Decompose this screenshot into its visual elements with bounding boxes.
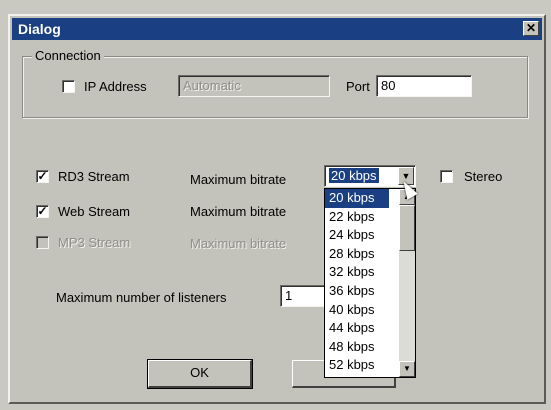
port-label: Port bbox=[346, 79, 370, 94]
bitrate-dropdown-list[interactable]: 20 kbps 22 kbps 24 kbps 28 kbps 32 kbps 36 kb… bbox=[324, 188, 416, 378]
rd3-stream-label: RD3 Stream bbox=[58, 169, 130, 184]
rd3-bitrate-label: Maximum bitrate bbox=[190, 172, 287, 187]
check-icon: ✓ bbox=[37, 169, 48, 183]
ip-address-checkbox[interactable] bbox=[62, 80, 75, 93]
mp3-stream-label: MP3 Stream bbox=[58, 235, 131, 250]
ok-button[interactable]: OK bbox=[147, 359, 253, 389]
scroll-down-icon: ▼ bbox=[403, 364, 411, 373]
connection-group-label: Connection bbox=[32, 48, 104, 63]
max-listeners-label: Maximum number of listeners bbox=[56, 290, 227, 305]
web-stream-label: Web Stream bbox=[58, 204, 131, 219]
bitrate-option[interactable]: 20 kbps bbox=[325, 189, 389, 208]
web-stream-checkbox[interactable]: ✓ bbox=[36, 205, 49, 218]
rd3-stream-checkbox[interactable]: ✓ bbox=[36, 170, 49, 183]
close-button[interactable]: ✕ bbox=[523, 21, 539, 36]
dropdown-scrollbar[interactable]: ▲ ▼ bbox=[399, 189, 415, 377]
check-icon: ✓ bbox=[37, 204, 48, 218]
stereo-checkbox[interactable] bbox=[440, 170, 453, 183]
screen-background: Dialog ✕ Connection IP Address Automatic… bbox=[0, 0, 551, 410]
title-bar[interactable]: Dialog ✕ bbox=[12, 18, 542, 40]
rd3-bitrate-value: 20 kbps bbox=[329, 168, 379, 183]
scroll-thumb[interactable] bbox=[399, 205, 415, 251]
scroll-down-button[interactable]: ▼ bbox=[399, 361, 415, 377]
max-listeners-input[interactable]: 1 bbox=[280, 285, 328, 307]
mp3-bitrate-label: Maximum bitrate bbox=[190, 236, 287, 251]
web-bitrate-label: Maximum bitrate bbox=[190, 204, 287, 219]
ip-address-field: Automatic bbox=[178, 75, 330, 97]
mp3-stream-checkbox bbox=[36, 236, 49, 249]
ip-address-label: IP Address bbox=[84, 79, 147, 94]
window-title: Dialog bbox=[18, 21, 61, 37]
stereo-label: Stereo bbox=[464, 169, 503, 184]
port-input[interactable]: 80 bbox=[376, 75, 472, 97]
close-icon: ✕ bbox=[525, 21, 537, 35]
